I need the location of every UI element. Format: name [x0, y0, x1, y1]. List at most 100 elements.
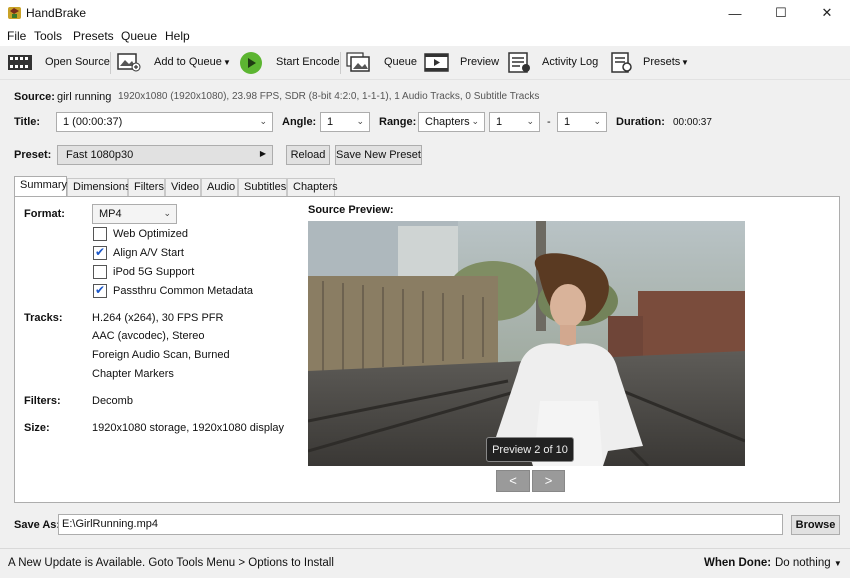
title-select[interactable]: 1 (00:00:37) ⌄: [56, 112, 273, 132]
maximize-button[interactable]: ☐: [758, 0, 804, 26]
title-label: Title:: [14, 116, 41, 128]
preset-value: Fast 1080p30: [66, 149, 134, 161]
presets-icon[interactable]: [609, 51, 635, 73]
title-bar: HandBrake — ☐ ✕: [0, 0, 850, 26]
tracks-label: Tracks:: [24, 312, 63, 324]
presets-dropdown-icon[interactable]: ▼: [681, 58, 689, 67]
source-info: 1920x1080 (1920x1080), 23.98 FPS, SDR (8…: [118, 91, 540, 102]
add-to-queue-icon[interactable]: [116, 51, 142, 73]
range-end-select[interactable]: 1 ⌄: [557, 112, 607, 132]
angle-label: Angle:: [282, 116, 317, 128]
open-source-button[interactable]: Open Source: [45, 56, 110, 68]
range-start-select[interactable]: 1 ⌄: [489, 112, 540, 132]
ipod-5g-support-label: iPod 5G Support: [113, 266, 195, 278]
when-done-select[interactable]: Do nothing ▼: [775, 557, 843, 569]
title-select-value: 1 (00:00:37): [63, 116, 123, 128]
start-encode-button[interactable]: Start Encode: [276, 56, 340, 68]
format-label: Format:: [24, 208, 65, 220]
when-done-value: Do nothing: [775, 557, 831, 569]
add-to-queue-button[interactable]: Add to Queue: [154, 56, 222, 68]
menu-queue[interactable]: Queue: [121, 29, 157, 43]
format-select-value: MP4: [99, 208, 122, 220]
size-value: 1920x1080 storage, 1920x1080 display: [92, 422, 285, 434]
range-start-value: 1: [496, 116, 503, 128]
toolbar-separator: [110, 52, 111, 74]
track-item: H.264 (x264), 30 FPS PFR: [92, 312, 224, 324]
open-source-icon[interactable]: [7, 51, 33, 73]
tab-subtitles[interactable]: Subtitles: [238, 178, 287, 196]
passthru-metadata-checkbox[interactable]: [93, 283, 107, 298]
close-button[interactable]: ✕: [804, 0, 850, 26]
queue-button[interactable]: Queue: [384, 56, 417, 68]
handbrake-logo-icon: [8, 7, 21, 19]
align-av-start-label: Align A/V Start: [113, 247, 184, 259]
preview-icon[interactable]: [424, 51, 450, 73]
when-done-label: When Done:: [704, 557, 772, 569]
chevron-down-icon: ⌄: [471, 116, 479, 126]
passthru-metadata-label: Passthru Common Metadata: [113, 285, 254, 297]
minimize-button[interactable]: —: [712, 0, 758, 26]
track-item: Chapter Markers: [92, 368, 174, 380]
preview-prev-button[interactable]: <: [496, 470, 530, 492]
chevron-down-icon: ⌄: [356, 116, 364, 126]
preview-button[interactable]: Preview: [460, 56, 499, 68]
range-dash: -: [547, 116, 551, 128]
queue-icon[interactable]: [346, 51, 372, 73]
range-label: Range:: [379, 116, 417, 128]
chevron-down-icon: ⌄: [163, 208, 171, 218]
angle-select[interactable]: 1 ⌄: [320, 112, 370, 132]
tab-summary[interactable]: Summary: [14, 176, 67, 197]
chevron-down-icon: ⌄: [593, 116, 601, 126]
ipod-5g-support-checkbox[interactable]: [93, 265, 107, 279]
preset-label: Preset:: [14, 149, 52, 161]
source-label: Source:: [14, 91, 55, 103]
tab-dimensions[interactable]: Dimensions: [67, 178, 130, 196]
source-preview-label: Source Preview:: [308, 204, 394, 216]
size-label: Size:: [24, 422, 50, 434]
duration-label: Duration:: [616, 116, 665, 128]
toolbar-separator: [340, 52, 341, 74]
reload-button[interactable]: Reload: [286, 145, 330, 165]
save-as-value: E:\GirlRunning.mp4: [62, 518, 158, 530]
duration-value: 00:00:37: [673, 117, 712, 128]
add-to-queue-dropdown-icon[interactable]: ▼: [223, 58, 231, 67]
menu-bar: File Tools Presets Queue Help: [0, 26, 850, 46]
chevron-right-icon: ▶: [259, 149, 266, 158]
menu-presets[interactable]: Presets: [73, 29, 114, 43]
filters-value: Decomb: [92, 395, 133, 407]
preset-selector[interactable]: Fast 1080p30 ▶: [57, 145, 273, 165]
preview-next-button[interactable]: >: [532, 470, 565, 492]
tab-chapters[interactable]: Chapters: [287, 178, 338, 196]
tab-video[interactable]: Video: [165, 178, 201, 196]
format-select[interactable]: MP4 ⌄: [92, 204, 177, 224]
save-as-field[interactable]: E:\GirlRunning.mp4: [58, 514, 783, 535]
preview-scene: [308, 221, 745, 466]
menu-file[interactable]: File: [7, 29, 26, 43]
range-end-value: 1: [564, 116, 571, 128]
chevron-down-icon: ⌄: [526, 116, 534, 126]
web-optimized-label: Web Optimized: [113, 228, 188, 240]
web-optimized-checkbox[interactable]: [93, 227, 107, 241]
menu-tools[interactable]: Tools: [34, 29, 62, 43]
range-mode-value: Chapters: [425, 116, 470, 128]
save-as-label: Save As:: [14, 519, 61, 531]
preview-counter: Preview 2 of 10: [486, 437, 574, 462]
browse-button[interactable]: Browse: [791, 515, 840, 535]
source-name: girl running: [57, 91, 112, 103]
track-item: Foreign Audio Scan, Burned: [92, 349, 230, 361]
activity-log-icon[interactable]: [507, 51, 533, 73]
activity-log-button[interactable]: Activity Log: [542, 56, 598, 68]
window-title: HandBrake: [26, 6, 87, 20]
align-av-start-checkbox[interactable]: [93, 245, 107, 260]
toolbar: Open Source Add to Queue ▼ Start Encode …: [0, 46, 850, 80]
start-encode-icon[interactable]: [239, 51, 263, 75]
chevron-down-icon: ⌄: [259, 116, 267, 126]
track-item: AAC (avcodec), Stereo: [92, 330, 205, 342]
tab-audio[interactable]: Audio: [201, 178, 238, 196]
filters-label: Filters:: [24, 395, 61, 407]
range-mode-select[interactable]: Chapters ⌄: [418, 112, 485, 132]
save-new-preset-button[interactable]: Save New Preset: [335, 145, 422, 165]
tab-filters[interactable]: Filters: [128, 178, 165, 196]
presets-button[interactable]: Presets: [643, 56, 680, 68]
menu-help[interactable]: Help: [165, 29, 190, 43]
